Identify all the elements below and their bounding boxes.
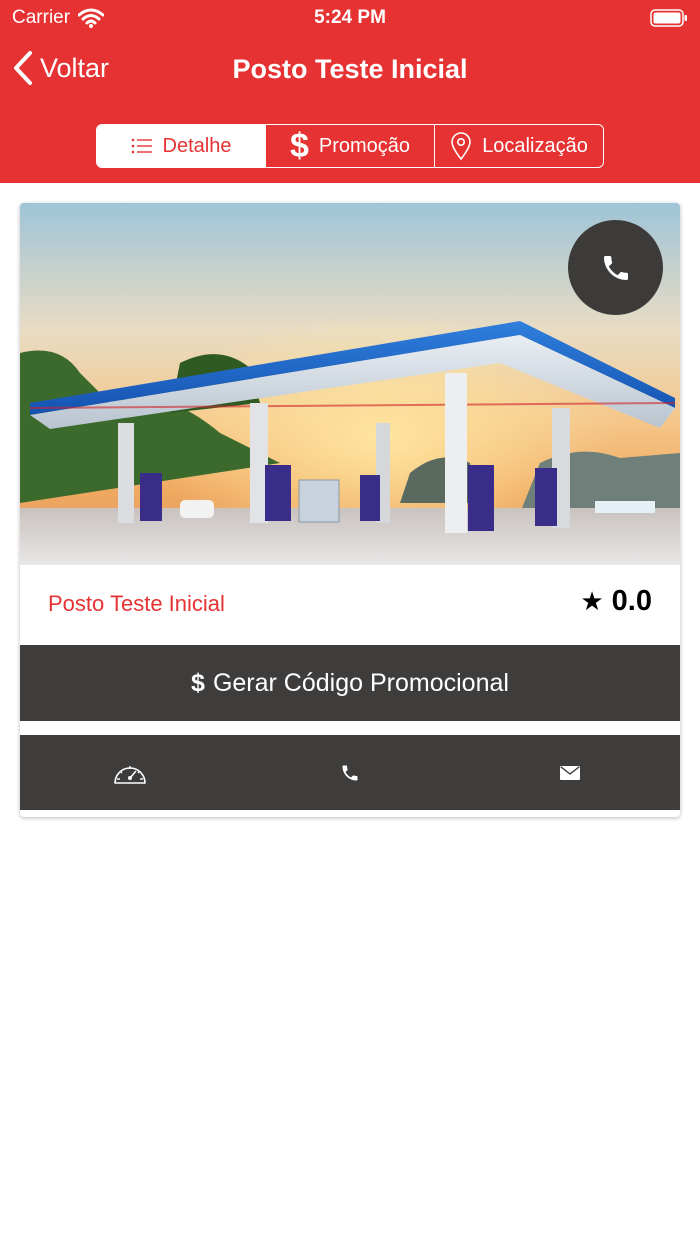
station-info: Posto Teste Inicial ★ 0.0 bbox=[20, 565, 680, 645]
status-bar: Carrier 5:24 PM bbox=[0, 0, 700, 36]
map-pin-icon bbox=[451, 132, 471, 161]
action-bar bbox=[20, 735, 680, 810]
rating-value: 0.0 bbox=[611, 585, 652, 617]
phone-icon bbox=[342, 765, 358, 780]
battery-icon bbox=[650, 9, 687, 27]
tab-localizacao[interactable]: Localização bbox=[435, 125, 603, 167]
clock: 5:24 PM bbox=[314, 7, 386, 28]
phone-icon bbox=[603, 255, 628, 280]
tab-detalhe[interactable]: Detalhe bbox=[97, 125, 266, 167]
chevron-left-icon bbox=[14, 51, 32, 85]
call-button[interactable] bbox=[568, 220, 663, 315]
tab-label: Promoção bbox=[318, 134, 411, 157]
list-icon bbox=[131, 138, 152, 154]
star-icon: ★ bbox=[580, 586, 604, 616]
station-name: Posto Teste Inicial bbox=[48, 591, 225, 616]
dollar-icon: $ bbox=[191, 668, 205, 697]
phone-button[interactable] bbox=[240, 735, 460, 810]
mail-button[interactable] bbox=[460, 735, 680, 810]
header: Carrier 5:24 PM Voltar Posto Teste Inici… bbox=[0, 0, 700, 183]
back-button[interactable]: Voltar bbox=[12, 50, 109, 86]
speedometer-icon bbox=[114, 765, 146, 784]
tab-promocao[interactable]: $ Promoção bbox=[266, 125, 435, 167]
speedometer-button[interactable] bbox=[20, 735, 240, 810]
rating: ★ 0.0 bbox=[580, 585, 652, 618]
tab-label: Detalhe bbox=[162, 134, 232, 157]
station-card: Posto Teste Inicial ★ 0.0 $ Gerar Código… bbox=[20, 203, 680, 817]
dollar-icon: $ bbox=[289, 127, 309, 165]
back-label: Voltar bbox=[40, 52, 110, 83]
generate-promo-code-button[interactable]: $ Gerar Código Promocional bbox=[20, 645, 680, 721]
navigation-bar: Voltar Posto Teste Inicial bbox=[0, 44, 700, 98]
segmented-control: Detalhe $ Promoção Localização bbox=[96, 124, 604, 168]
tab-label: Localização bbox=[482, 134, 588, 157]
promo-button-label: Gerar Código Promocional bbox=[212, 668, 509, 697]
mail-icon bbox=[560, 765, 580, 780]
